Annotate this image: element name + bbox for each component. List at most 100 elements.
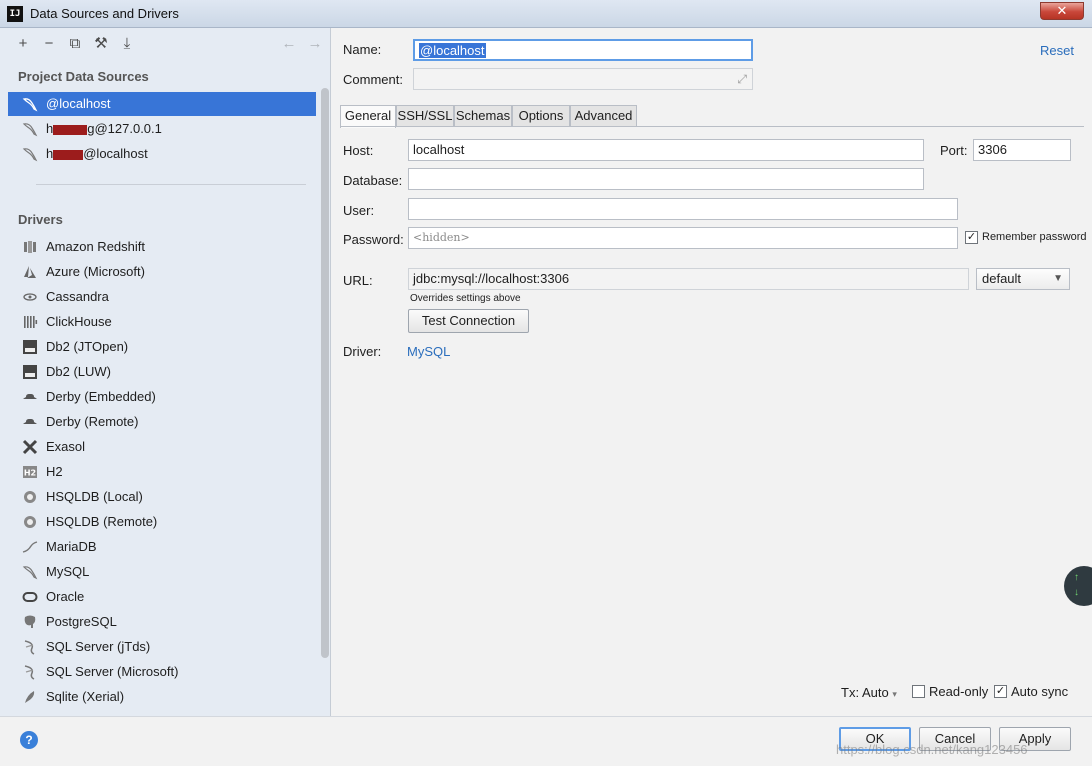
transaction-mode-select[interactable]: Tx: Auto ▾ <box>841 685 897 700</box>
sidebar-scrollbar-thumb[interactable] <box>321 88 329 658</box>
driver-label: PostgreSQL <box>46 614 117 629</box>
driver-label: Oracle <box>46 589 85 604</box>
remember-password-checkbox[interactable]: ✓ <box>965 231 978 244</box>
postgresql-elephant-icon <box>24 615 36 628</box>
data-source-item-127[interactable]: h g@127.0.0.1 <box>8 117 316 141</box>
driver-item-h2[interactable]: H2 H2 <box>18 461 63 483</box>
name-field[interactable]: @localhost <box>413 39 753 61</box>
redaction-mark <box>53 149 84 160</box>
sidebar-scrollbar[interactable] <box>320 60 330 716</box>
overrides-note: Overrides settings above <box>410 293 521 304</box>
driver-label: Db2 (JTOpen) <box>46 339 129 354</box>
driver-item-derby-remote[interactable]: Derby (Remote) <box>18 411 138 433</box>
driver-item-sqlite[interactable]: Sqlite (Xerial) <box>18 686 124 708</box>
azure-icon <box>24 266 36 278</box>
remove-data-source-button[interactable]: − <box>40 35 58 53</box>
exasol-icon <box>22 439 38 455</box>
intellij-app-icon: IJ <box>7 6 23 22</box>
back-arrow-icon[interactable]: ← <box>280 35 298 53</box>
url-field[interactable]: jdbc:mysql://localhost:3306 <box>408 268 969 290</box>
section-divider <box>36 184 306 185</box>
driver-item-db2-luw[interactable]: Db2 (LUW) <box>18 361 111 383</box>
driver-label: SQL Server (Microsoft) <box>46 664 179 679</box>
driver-item-sqlserver-jtds[interactable]: SQL Server (jTds) <box>18 636 150 658</box>
data-source-item-localhost-2[interactable]: h @localhost <box>8 142 316 166</box>
driver-item-azure[interactable]: Azure (Microsoft) <box>18 261 145 283</box>
derby-icon <box>23 394 37 399</box>
driver-link[interactable]: MySQL <box>407 344 450 359</box>
data-source-item-localhost[interactable]: @localhost <box>8 92 316 116</box>
driver-item-exasol[interactable]: Exasol <box>18 436 85 458</box>
host-field[interactable]: localhost <box>408 139 924 161</box>
tab-general[interactable]: General <box>340 105 396 128</box>
reset-link[interactable]: Reset <box>1040 43 1074 58</box>
driver-label: HSQLDB (Local) <box>46 489 143 504</box>
read-only-label: Read-only <box>929 684 989 699</box>
tab-ssh-ssl[interactable]: SSH/SSL <box>396 105 454 127</box>
data-source-prefix: h <box>46 121 54 136</box>
driver-label: Db2 (LUW) <box>46 364 112 379</box>
driver-item-postgresql[interactable]: PostgreSQL <box>18 611 117 633</box>
host-label: Host: <box>343 143 374 158</box>
tab-advanced[interactable]: Advanced <box>570 105 637 127</box>
cassandra-icon <box>23 293 37 301</box>
derby-icon <box>23 419 37 424</box>
hsqldb-icon <box>24 491 36 503</box>
driver-item-hsqldb-local[interactable]: HSQLDB (Local) <box>18 486 143 508</box>
hsqldb-icon <box>24 516 36 528</box>
name-field-value: @localhost <box>419 43 486 58</box>
user-label: User: <box>343 203 375 218</box>
chevron-down-icon: ▼ <box>1053 273 1063 284</box>
mysql-dolphin-icon <box>22 123 38 137</box>
forward-arrow-icon[interactable]: → <box>306 35 324 53</box>
driver-item-db2-jtopen[interactable]: Db2 (JTOpen) <box>18 336 128 358</box>
redshift-icon <box>24 241 36 253</box>
driver-item-mariadb[interactable]: MariaDB <box>18 536 97 558</box>
driver-label: ClickHouse <box>46 314 112 329</box>
driver-item-mysql[interactable]: MySQL <box>18 561 89 583</box>
driver-item-hsqldb-remote[interactable]: HSQLDB (Remote) <box>18 511 157 533</box>
driver-settings-wrench-icon[interactable]: ⚒ <box>92 35 110 53</box>
import-icon[interactable]: ⤓ <box>118 35 136 53</box>
window-close-button[interactable]: ✕ <box>1040 2 1084 20</box>
clickhouse-icon <box>24 316 38 328</box>
svg-text:H2: H2 <box>24 469 36 478</box>
port-field[interactable]: 3306 <box>973 139 1071 161</box>
project-data-sources-heading: Project Data Sources <box>18 69 149 84</box>
user-field[interactable] <box>408 198 958 220</box>
driver-item-clickhouse[interactable]: ClickHouse <box>18 311 112 333</box>
driver-label: Azure (Microsoft) <box>46 264 145 279</box>
driver-item-sqlserver-microsoft[interactable]: SQL Server (Microsoft) <box>18 661 178 683</box>
h2-icon: H2 <box>23 466 37 478</box>
password-field[interactable]: <hidden> <box>408 227 958 249</box>
sqlite-feather-icon <box>25 691 35 703</box>
comment-field[interactable]: ⤢ <box>413 68 753 90</box>
driver-item-cassandra[interactable]: Cassandra <box>18 286 109 308</box>
duplicate-icon[interactable]: ⧉ <box>66 35 84 53</box>
name-label: Name: <box>343 42 382 57</box>
driver-label: Derby (Embedded) <box>46 389 156 404</box>
sqlserver-icon <box>24 640 35 655</box>
driver-item-oracle[interactable]: Oracle <box>18 586 84 608</box>
tab-schemas[interactable]: Schemas <box>454 105 512 127</box>
test-connection-button[interactable]: Test Connection <box>408 309 529 333</box>
url-mode-value: default <box>982 271 1022 286</box>
driver-item-amazon-redshift[interactable]: Amazon Redshift <box>18 236 145 258</box>
driver-item-derby-embedded[interactable]: Derby (Embedded) <box>18 386 156 408</box>
auto-sync-checkbox[interactable]: ✓ <box>994 685 1007 698</box>
driver-label: Sqlite (Xerial) <box>46 689 125 704</box>
database-field[interactable] <box>408 168 924 190</box>
read-only-checkbox[interactable] <box>912 685 925 698</box>
data-source-sidebar: + − ⧉ ⚒ ⤓ ← → Project Data Sources @loca… <box>0 28 331 716</box>
tab-underline <box>340 126 1084 127</box>
driver-label: HSQLDB (Remote) <box>46 514 158 529</box>
expand-icon[interactable]: ⤢ <box>737 69 747 89</box>
tab-options[interactable]: Options <box>512 105 570 127</box>
db2-icon <box>23 340 37 354</box>
add-data-source-button[interactable]: + <box>14 35 32 53</box>
url-mode-select[interactable]: default ▼ <box>976 268 1070 290</box>
driver-label: Amazon Redshift <box>46 239 145 254</box>
comment-label: Comment: <box>343 72 403 87</box>
sidebar-toolbar: + − ⧉ ⚒ ⤓ ← → <box>0 28 331 60</box>
help-icon[interactable]: ? <box>20 731 38 749</box>
